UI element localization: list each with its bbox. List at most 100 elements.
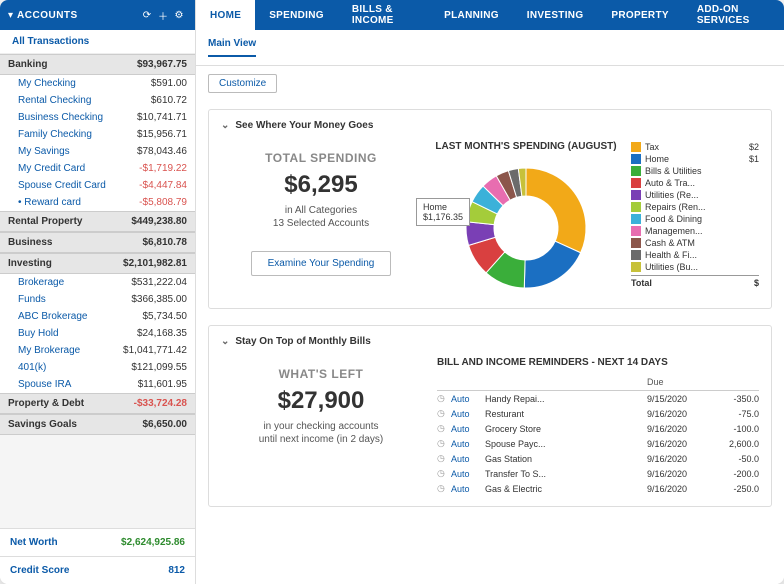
account-row[interactable]: • Reward card-$5,808.79 [0,194,195,211]
legend-row[interactable]: Managemen... [631,225,759,237]
reminder-due: 9/16/2020 [647,469,709,479]
legend-row[interactable]: Food & Dining [631,213,759,225]
legend-row[interactable]: Repairs (Ren... [631,201,759,213]
main-view-tab[interactable]: Main View [208,38,256,57]
auto-link[interactable]: Auto [451,424,485,434]
auto-link[interactable]: Auto [451,454,485,464]
donut-chart[interactable]: Home $1,176.35 [456,158,596,298]
chart-legend: Tax$2Home$1Bills & UtilitiesAuto & Tra..… [631,141,759,298]
sidebar-category[interactable]: Savings Goals$6,650.00 [0,414,195,435]
examine-spending-button[interactable]: Examine Your Spending [251,251,392,276]
account-row[interactable]: Buy Hold$24,168.35 [0,325,195,342]
account-row[interactable]: Rental Checking$610.72 [0,92,195,109]
auto-link[interactable]: Auto [451,469,485,479]
tooltip-label: Home [423,202,463,212]
account-row[interactable]: Brokerage$531,222.04 [0,274,195,291]
legend-swatch [631,202,641,212]
reminder-row[interactable]: ◷AutoGas & Electric9/16/2020-250.0 [437,481,759,496]
account-name: Spouse IRA [18,379,71,390]
account-row[interactable]: Family Checking$15,956.71 [0,126,195,143]
credit-score-row[interactable]: Credit Score 812 [0,556,195,584]
due-header: Due [647,377,709,387]
legend-name: Utilities (Re... [645,190,759,200]
sidebar-title: ACCOUNTS [17,10,139,21]
legend-swatch [631,154,641,164]
auto-link[interactable]: Auto [451,484,485,494]
legend-row[interactable]: Auto & Tra... [631,177,759,189]
reminder-row[interactable]: ◷AutoGrocery Store9/16/2020-100.0 [437,421,759,436]
net-worth-label: Net Worth [10,537,58,548]
account-amount: $11,601.95 [138,379,187,390]
legend-row[interactable]: Health & Fi... [631,249,759,261]
sidebar-category[interactable]: Business$6,810.78 [0,232,195,253]
legend-name: Home [645,154,749,164]
account-row[interactable]: Business Checking$10,741.71 [0,109,195,126]
donut-slice[interactable] [526,168,586,253]
tab-bills-income[interactable]: BILLS & INCOME [338,0,430,30]
category-name: Banking [8,59,47,70]
category-total: -$33,724.28 [134,398,187,409]
account-row[interactable]: ABC Brokerage$5,734.50 [0,308,195,325]
account-name: Spouse Credit Card [18,180,106,191]
credit-score-label: Credit Score [10,565,69,576]
refresh-icon[interactable]: ⟳ [139,10,155,21]
spending-panel-header[interactable]: ⌄ See Where Your Money Goes [221,120,759,131]
reminder-name: Resturant [485,409,647,419]
auto-link[interactable]: Auto [451,409,485,419]
legend-row[interactable]: Bills & Utilities [631,165,759,177]
account-row[interactable]: My Brokerage$1,041,771.42 [0,342,195,359]
tab-home[interactable]: HOME [196,0,255,30]
account-amount: -$4,447.84 [139,180,187,191]
category-total: $6,650.00 [143,419,188,430]
legend-swatch [631,166,641,176]
reminder-row[interactable]: ◷AutoHandy Repai...9/15/2020-350.0 [437,391,759,406]
legend-swatch [631,250,641,260]
category-total: $6,810.78 [143,237,188,248]
credit-score-value: 812 [168,565,185,576]
add-icon[interactable]: ＋ [155,8,171,23]
category-total: $93,967.75 [137,59,187,70]
reminder-name: Transfer To S... [485,469,647,479]
account-row[interactable]: My Credit Card-$1,719.22 [0,160,195,177]
sidebar-category[interactable]: Property & Debt-$33,724.28 [0,393,195,414]
account-name: My Savings [18,146,70,157]
all-transactions-link[interactable]: All Transactions [0,30,195,54]
reminder-row[interactable]: ◷AutoTransfer To S...9/16/2020-200.0 [437,466,759,481]
tab-property[interactable]: PROPERTY [597,0,682,30]
legend-row[interactable]: Utilities (Bu... [631,261,759,273]
customize-button[interactable]: Customize [208,74,277,93]
account-row[interactable]: Spouse Credit Card -$4,447.84 [0,177,195,194]
reminder-row[interactable]: ◷AutoSpouse Payc...9/16/20202,600.0 [437,436,759,451]
reminder-row[interactable]: ◷AutoGas Station9/16/2020-50.0 [437,451,759,466]
auto-link[interactable]: Auto [451,439,485,449]
tab-planning[interactable]: PLANNING [430,0,513,30]
account-row[interactable]: Spouse IRA $11,601.95 [0,376,195,393]
auto-link[interactable]: Auto [451,394,485,404]
account-row[interactable]: 401(k)$121,099.55 [0,359,195,376]
reminders-header-row: Due [437,374,759,391]
reminder-amount: -75.0 [709,409,759,419]
sidebar-category[interactable]: Rental Property$449,238.80 [0,211,195,232]
legend-row[interactable]: Home$1 [631,153,759,165]
clock-icon: ◷ [437,423,451,434]
legend-row[interactable]: Utilities (Re... [631,189,759,201]
account-row[interactable]: My Savings $78,043.46 [0,143,195,160]
legend-name: Cash & ATM [645,238,759,248]
bills-panel-header[interactable]: ⌄ Stay On Top of Monthly Bills [221,336,759,347]
sidebar-category[interactable]: Banking $93,967.75 [0,54,195,75]
tab-add-on-services[interactable]: ADD-ON SERVICES [683,0,784,30]
net-worth-row[interactable]: Net Worth $2,624,925.86 [0,528,195,556]
tab-investing[interactable]: INVESTING [513,0,598,30]
reminder-row[interactable]: ◷AutoResturant9/16/2020-75.0 [437,406,759,421]
reminder-due: 9/16/2020 [647,484,709,494]
sidebar-category[interactable]: Investing$2,101,982.81 [0,253,195,274]
account-row[interactable]: Funds$366,385.00 [0,291,195,308]
tab-spending[interactable]: SPENDING [255,0,338,30]
legend-row[interactable]: Tax$2 [631,141,759,153]
account-row[interactable]: My Checking$591.00 [0,75,195,92]
account-amount: $78,043.46 [137,146,187,157]
legend-name: Utilities (Bu... [645,262,759,272]
legend-total-value: $ [754,278,759,288]
legend-row[interactable]: Cash & ATM [631,237,759,249]
gear-icon[interactable]: ⚙ [171,10,187,21]
